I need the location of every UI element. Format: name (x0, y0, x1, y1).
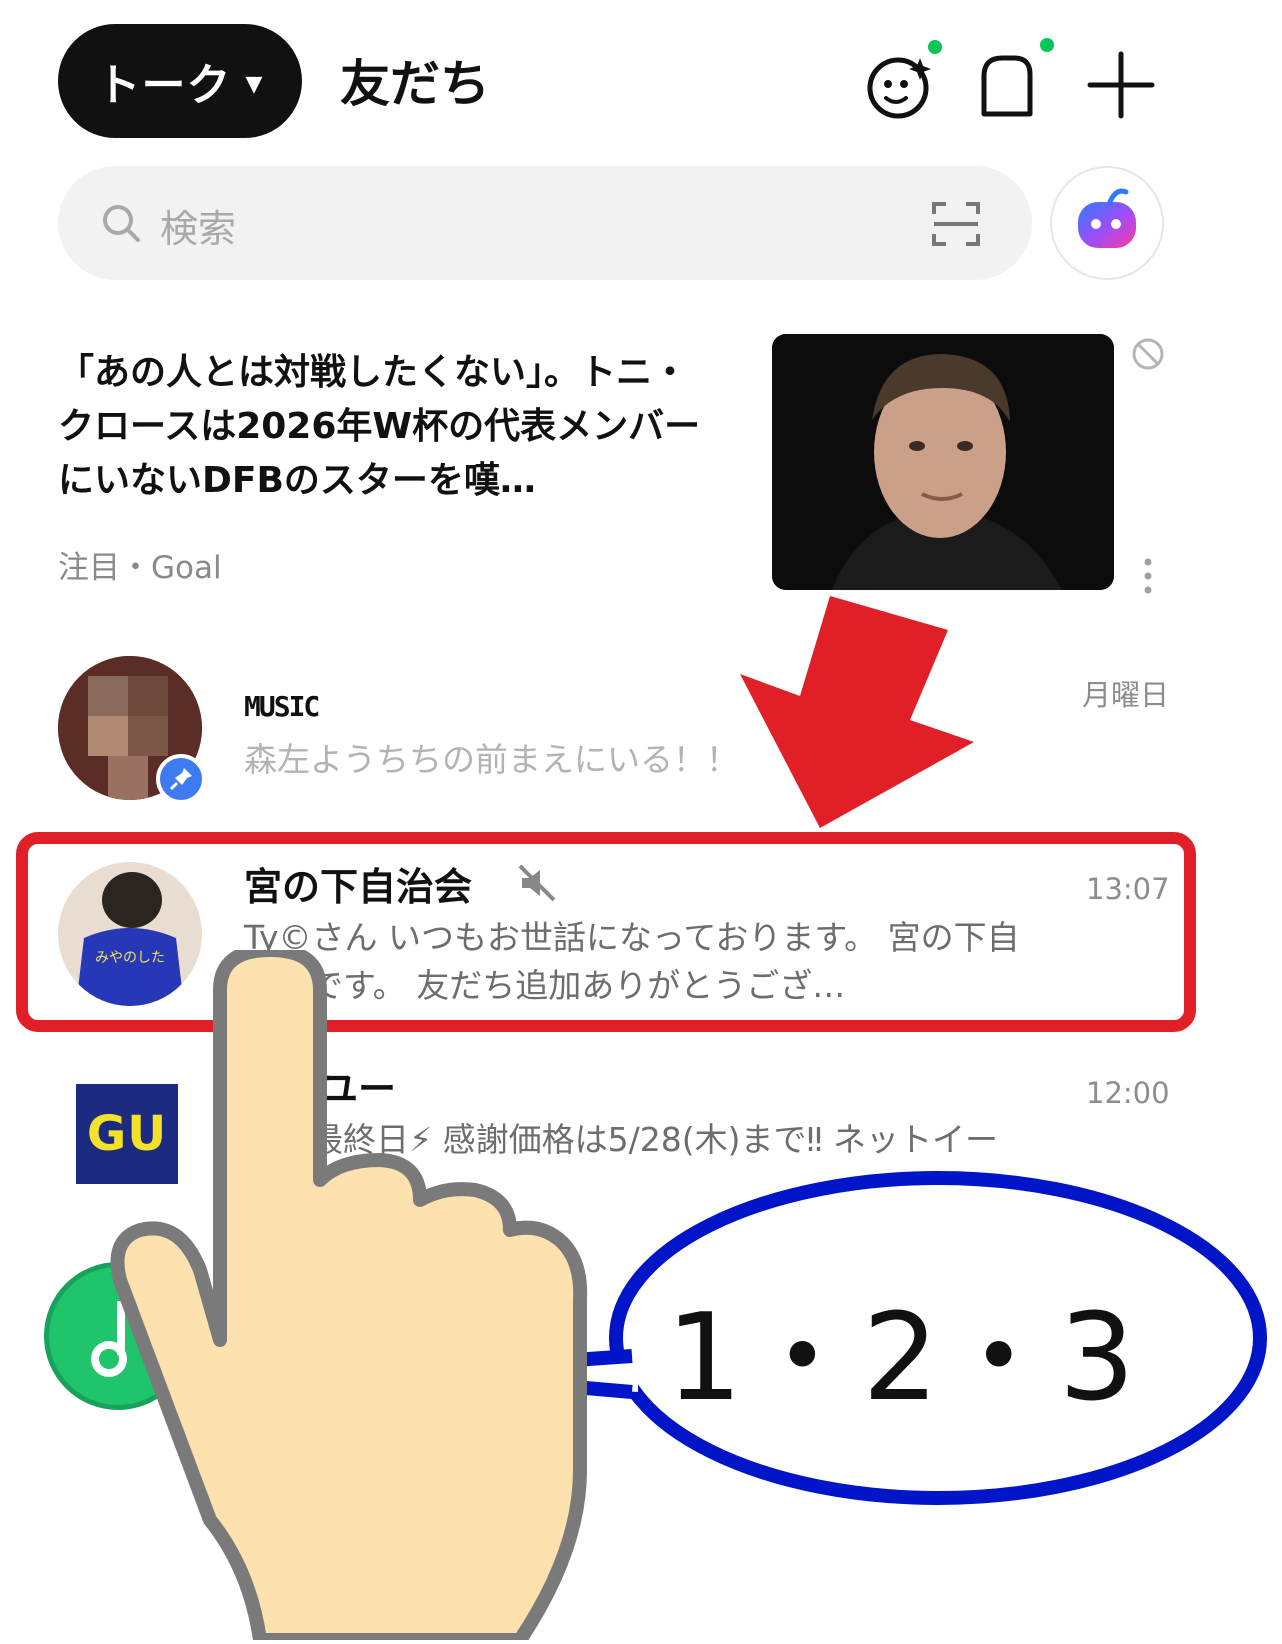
search-placeholder: 検索 (160, 207, 237, 251)
tab-talk[interactable]: トーク ▼ (58, 24, 302, 138)
tab-talk-label: トーク (96, 60, 232, 111)
block-icon[interactable] (1130, 336, 1166, 376)
news-thumbnail[interactable] (772, 334, 1114, 590)
search-icon (100, 202, 142, 248)
qr-scan-icon[interactable] (930, 198, 982, 254)
tab-friends[interactable]: 友だち (340, 44, 490, 116)
bubble-text: 1・2・3 (666, 1289, 1136, 1428)
red-arrow-icon (730, 596, 990, 836)
news-source: 注目・Goal (58, 550, 222, 586)
notification-dot (1040, 38, 1054, 52)
chat-time: 月曜日 (1082, 678, 1170, 712)
smile-sparkle-icon[interactable] (858, 40, 948, 130)
add-icon[interactable] (1076, 40, 1166, 130)
pin-icon (156, 754, 206, 804)
chat-message: 森左ようちちの前まえにいる！！ (244, 740, 739, 779)
notification-dot (928, 40, 942, 54)
openchat-icon[interactable] (968, 38, 1058, 130)
news-headline[interactable]: 「あの人とは対戦したくない」。トニ・クロースは2026年W杯の代表メンバーにいな… (58, 346, 718, 508)
chat-time: 12:00 (1086, 1076, 1170, 1110)
more-options-icon[interactable] (1142, 556, 1154, 600)
chat-name: MUSIC (244, 690, 320, 723)
chevron-down-icon: ▼ (245, 71, 264, 97)
ai-assistant-button[interactable] (1050, 166, 1164, 280)
pointing-hand-icon (100, 943, 600, 1644)
